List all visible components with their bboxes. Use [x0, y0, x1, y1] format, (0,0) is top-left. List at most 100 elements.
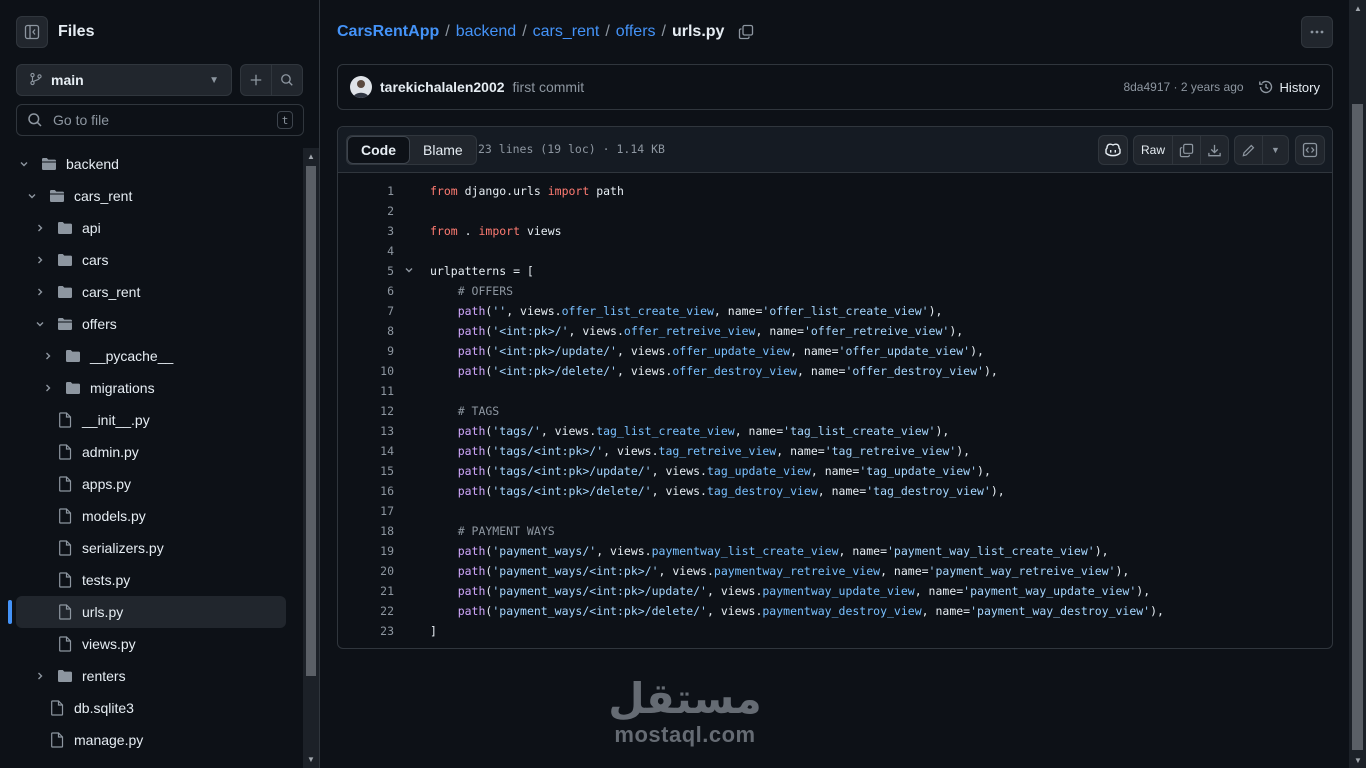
line-number[interactable]: 4 [338, 244, 394, 258]
code-line[interactable]: 23] [338, 621, 1332, 641]
line-number[interactable]: 16 [338, 484, 394, 498]
line-number[interactable]: 1 [338, 184, 394, 198]
code-line[interactable]: 3 from . import views [338, 221, 1332, 241]
line-number[interactable]: 21 [338, 584, 394, 598]
line-number[interactable]: 2 [338, 204, 394, 218]
tab-blame[interactable]: Blame [410, 136, 476, 164]
tree-folder-item[interactable]: backend [16, 148, 286, 180]
copy-path-icon[interactable] [738, 24, 754, 40]
line-number[interactable]: 15 [338, 464, 394, 478]
line-number[interactable]: 23 [338, 624, 394, 638]
tree-folder-item[interactable]: migrations [16, 372, 286, 404]
code-line[interactable]: 7 path('', views.offer_list_create_view,… [338, 301, 1332, 321]
line-number[interactable]: 17 [338, 504, 394, 518]
commit-message[interactable]: first commit [513, 79, 585, 95]
commit-meta[interactable]: 8da4917 · 2 years ago [1123, 80, 1243, 94]
code-line[interactable]: 1 from django.urls import path [338, 181, 1332, 201]
breadcrumb-link-backend[interactable]: backend [456, 23, 517, 41]
tree-file-item[interactable]: urls.py [16, 596, 286, 628]
fold-chevron-icon[interactable] [404, 265, 416, 278]
scroll-down-arrow-icon[interactable]: ▼ [1353, 755, 1363, 765]
scroll-up-arrow-icon[interactable]: ▲ [306, 151, 316, 161]
line-number[interactable]: 3 [338, 224, 394, 238]
chevron-right-icon[interactable] [32, 223, 48, 233]
commit-author[interactable]: tarekichalalen2002 [380, 79, 505, 95]
tree-file-item[interactable]: serializers.py [16, 532, 286, 564]
line-number[interactable]: 18 [338, 524, 394, 538]
sidebar-scrollbar-thumb[interactable] [306, 166, 316, 676]
code-line[interactable]: 12 # TAGS [338, 401, 1332, 421]
copilot-button[interactable] [1098, 135, 1128, 165]
chevron-right-icon[interactable] [32, 287, 48, 297]
line-number[interactable]: 8 [338, 324, 394, 338]
chevron-right-icon[interactable] [40, 351, 56, 361]
tree-folder-item[interactable]: __pycache__ [16, 340, 286, 372]
go-to-file-input[interactable]: Go to file t [16, 104, 304, 136]
tree-file-item[interactable]: tests.py [16, 564, 286, 596]
code-line[interactable]: 21 path('payment_ways/<int:pk>/update/',… [338, 581, 1332, 601]
more-options-button[interactable] [1301, 16, 1333, 48]
tree-folder-item[interactable]: api [16, 212, 286, 244]
breadcrumb-repo-link[interactable]: CarsRentApp [337, 23, 439, 41]
code-line[interactable]: 22 path('payment_ways/<int:pk>/delete/',… [338, 601, 1332, 621]
code-line[interactable]: 19 path('payment_ways/', views.paymentwa… [338, 541, 1332, 561]
line-number[interactable]: 9 [338, 344, 394, 358]
history-button[interactable]: History [1258, 79, 1320, 95]
chevron-down-icon[interactable] [32, 319, 48, 329]
sidebar-scrollbar[interactable]: ▲ ▼ [303, 148, 319, 768]
chevron-right-icon[interactable] [32, 671, 48, 681]
code-line[interactable]: 4 [338, 241, 1332, 261]
line-number[interactable]: 13 [338, 424, 394, 438]
branch-selector-button[interactable]: main ▼ [16, 64, 232, 96]
breadcrumb-link-offers[interactable]: offers [616, 23, 656, 41]
line-number[interactable]: 19 [338, 544, 394, 558]
line-number[interactable]: 5 [338, 264, 394, 278]
tree-folder-item[interactable]: cars_rent [16, 276, 286, 308]
line-number[interactable]: 22 [338, 604, 394, 618]
tree-file-item[interactable]: manage.py [16, 724, 286, 756]
code-line[interactable]: 18 # PAYMENT WAYS [338, 521, 1332, 541]
tree-file-item[interactable]: models.py [16, 500, 286, 532]
tree-folder-item[interactable]: cars_rent [16, 180, 286, 212]
tree-folder-item[interactable]: offers [16, 308, 286, 340]
line-number[interactable]: 20 [338, 564, 394, 578]
code-line[interactable]: 10 path('<int:pk>/delete/', views.offer_… [338, 361, 1332, 381]
line-number[interactable]: 11 [338, 384, 394, 398]
tree-file-item[interactable]: db.sqlite3 [16, 692, 286, 724]
code-line[interactable]: 13 path('tags/', views.tag_list_create_v… [338, 421, 1332, 441]
code-line[interactable]: 15 path('tags/<int:pk>/update/', views.t… [338, 461, 1332, 481]
tree-file-item[interactable]: __init__.py [16, 404, 286, 436]
avatar[interactable] [350, 76, 372, 98]
add-file-button[interactable] [240, 64, 272, 96]
tree-file-item[interactable]: views.py [16, 628, 286, 660]
code-line[interactable]: 14 path('tags/<int:pk>/', views.tag_retr… [338, 441, 1332, 461]
code-line[interactable]: 8 path('<int:pk>/', views.offer_retreive… [338, 321, 1332, 341]
breadcrumb-link-cars-rent[interactable]: cars_rent [533, 23, 600, 41]
edit-file-button[interactable] [1234, 135, 1263, 165]
symbols-panel-button[interactable] [1295, 135, 1325, 165]
code-line[interactable]: 2 [338, 201, 1332, 221]
chevron-down-icon[interactable] [24, 191, 40, 201]
chevron-right-icon[interactable] [40, 383, 56, 393]
copy-raw-button[interactable] [1172, 135, 1201, 165]
download-button[interactable] [1200, 135, 1229, 165]
line-number[interactable]: 12 [338, 404, 394, 418]
raw-button[interactable]: Raw [1133, 135, 1173, 165]
line-number[interactable]: 6 [338, 284, 394, 298]
edit-options-dropdown[interactable]: ▼ [1262, 135, 1289, 165]
page-scrollbar-thumb[interactable] [1352, 104, 1363, 750]
sidebar-collapse-icon[interactable] [16, 16, 48, 48]
line-number[interactable]: 7 [338, 304, 394, 318]
line-number[interactable]: 10 [338, 364, 394, 378]
chevron-down-icon[interactable] [16, 159, 32, 169]
line-number[interactable]: 14 [338, 444, 394, 458]
code-line[interactable]: 9 path('<int:pk>/update/', views.offer_u… [338, 341, 1332, 361]
search-files-button[interactable] [271, 64, 303, 96]
tree-file-item[interactable]: apps.py [16, 468, 286, 500]
page-scrollbar[interactable]: ▲ ▼ [1349, 0, 1366, 768]
code-line[interactable]: 16 path('tags/<int:pk>/delete/', views.t… [338, 481, 1332, 501]
tree-file-item[interactable]: admin.py [16, 436, 286, 468]
code-line[interactable]: 5 urlpatterns = [ [338, 261, 1332, 281]
scroll-up-arrow-icon[interactable]: ▲ [1353, 3, 1363, 13]
code-line[interactable]: 6 # OFFERS [338, 281, 1332, 301]
